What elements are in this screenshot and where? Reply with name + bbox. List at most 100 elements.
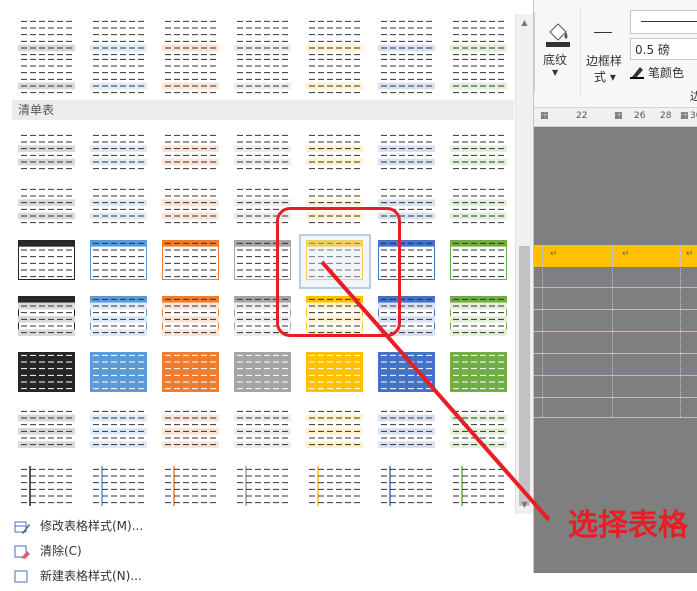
table-style-thumbnail[interactable]: [90, 56, 147, 96]
table-style-thumbnail[interactable]: [162, 466, 219, 506]
table-style-thumbnail[interactable]: [162, 240, 219, 280]
table-style-preview-icon: [162, 296, 219, 336]
table-style-thumbnail[interactable]: [306, 352, 363, 392]
table-style-thumbnail[interactable]: [90, 240, 147, 280]
ruler-marker-icon: ▦: [680, 111, 689, 121]
table-style-thumbnail[interactable]: [450, 186, 507, 226]
table-style-thumbnail[interactable]: [18, 186, 75, 226]
new-table-icon: [14, 569, 30, 585]
table-style-thumbnail[interactable]: [378, 18, 435, 58]
table-style-thumbnail[interactable]: [378, 56, 435, 96]
table-style-thumbnail[interactable]: [306, 466, 363, 506]
table-row-line: [534, 353, 697, 354]
red-highlight-box: [276, 207, 401, 337]
pen-weight-select[interactable]: 0.5 磅: [630, 38, 697, 60]
table-style-thumbnail[interactable]: [450, 240, 507, 280]
table-style-preview-icon: [306, 352, 363, 392]
ribbon-separator: [580, 6, 581, 96]
table-style-thumbnail[interactable]: [90, 18, 147, 58]
table-style-preview-icon: [18, 410, 75, 448]
table-header-row[interactable]: ↵ ↵ ↵: [534, 245, 697, 267]
gallery-menu: 修改表格样式(M)... 清除(C) 新建表格样式(N)...: [0, 514, 515, 583]
table-style-thumbnail[interactable]: [234, 18, 291, 58]
table-style-thumbnail[interactable]: [162, 132, 219, 172]
table-style-thumbnail[interactable]: [18, 466, 75, 506]
table-style-thumbnail[interactable]: [234, 352, 291, 392]
table-style-preview-icon: [450, 296, 507, 336]
table-style-thumbnail[interactable]: [378, 408, 435, 448]
table-style-thumbnail[interactable]: [450, 132, 507, 172]
table-style-thumbnail[interactable]: [162, 18, 219, 58]
table-style-thumbnail[interactable]: [162, 352, 219, 392]
table-style-thumbnail[interactable]: [306, 408, 363, 448]
table-style-preview-icon: [90, 20, 147, 56]
table-row-line: [534, 287, 697, 288]
table-style-thumbnail[interactable]: [234, 132, 291, 172]
table-style-thumbnail[interactable]: [18, 296, 75, 336]
table-style-preview-icon: [18, 58, 75, 94]
table-style-thumbnail[interactable]: [18, 18, 75, 58]
table-style-preview-icon: [234, 134, 291, 170]
scroll-down-icon[interactable]: ▼: [520, 500, 529, 510]
table-row-line: [534, 417, 697, 418]
paragraph-mark-icon: ↵: [686, 249, 694, 259]
new-style-label: 新建表格样式(N)...: [40, 569, 142, 583]
section-header: 清单表: [12, 100, 514, 120]
table-style-thumbnail[interactable]: [234, 466, 291, 506]
table-style-thumbnail[interactable]: [18, 352, 75, 392]
clear-menu-item[interactable]: 清除(C): [14, 541, 82, 561]
table-style-thumbnail[interactable]: [162, 186, 219, 226]
table-style-thumbnail[interactable]: [306, 18, 363, 58]
table-style-thumbnail[interactable]: [18, 408, 75, 448]
modify-style-menu-item[interactable]: 修改表格样式(M)...: [14, 516, 143, 536]
ribbon-borders-group: 底纹 ▼ 边框样 式 ▾ 0.5 磅 笔颜色 边: [534, 0, 697, 108]
ruler-marker-icon: ▦: [540, 111, 549, 121]
table-style-thumbnail[interactable]: [162, 56, 219, 96]
table-style-thumbnail[interactable]: [18, 132, 75, 172]
table-style-thumbnail[interactable]: [378, 352, 435, 392]
table-style-thumbnail[interactable]: [450, 296, 507, 336]
table-style-thumbnail[interactable]: [18, 56, 75, 96]
table-style-thumbnail[interactable]: [450, 408, 507, 448]
table-style-thumbnail[interactable]: [450, 352, 507, 392]
table-style-preview-icon: [237, 466, 288, 506]
table-style-preview-icon: [306, 58, 363, 94]
clear-label: 清除(C): [40, 544, 82, 558]
border-styles-label: 边框样: [586, 54, 623, 68]
table-style-thumbnail[interactable]: [18, 240, 75, 280]
table-style-thumbnail[interactable]: [90, 408, 147, 448]
annotation-text: 选择表格: [568, 508, 688, 543]
table-style-preview-icon: [90, 188, 147, 224]
table-style-thumbnail[interactable]: [450, 18, 507, 58]
table-style-thumbnail[interactable]: [90, 466, 147, 506]
table-style-thumbnail[interactable]: [90, 186, 147, 226]
table-style-preview-icon: [306, 20, 363, 56]
table-style-thumbnail[interactable]: [306, 56, 363, 96]
paragraph-mark-icon: ↵: [550, 249, 558, 259]
table-style-thumbnail[interactable]: [90, 296, 147, 336]
table-style-preview-icon: [162, 352, 219, 392]
table-style-thumbnail[interactable]: [162, 296, 219, 336]
scroll-up-icon[interactable]: ▲: [520, 18, 529, 28]
table-style-thumbnail[interactable]: [234, 408, 291, 448]
table-style-thumbnail[interactable]: [162, 408, 219, 448]
table-style-preview-icon: [450, 240, 507, 280]
new-style-menu-item[interactable]: 新建表格样式(N)...: [14, 566, 142, 586]
eraser-icon: [14, 544, 30, 560]
table-style-preview-icon: [18, 352, 75, 392]
shading-button[interactable]: 底纹 ▼: [543, 18, 572, 77]
pen-weight-value: 0.5 磅: [635, 43, 670, 57]
table-style-preview-icon: [162, 134, 219, 170]
table-style-thumbnail[interactable]: [450, 56, 507, 96]
scroll-thumb[interactable]: [519, 246, 530, 506]
ruler-marker-icon: ▦: [614, 111, 623, 121]
line-style-select[interactable]: [630, 10, 697, 34]
table-style-thumbnail[interactable]: [306, 132, 363, 172]
table-style-thumbnail[interactable]: [234, 56, 291, 96]
table-style-thumbnail[interactable]: [450, 466, 507, 506]
table-style-thumbnail[interactable]: [90, 352, 147, 392]
table-style-thumbnail[interactable]: [378, 132, 435, 172]
table-style-thumbnail[interactable]: [378, 466, 435, 506]
gallery-scrollbar[interactable]: ▲ ▼: [515, 14, 533, 514]
table-style-thumbnail[interactable]: [90, 132, 147, 172]
